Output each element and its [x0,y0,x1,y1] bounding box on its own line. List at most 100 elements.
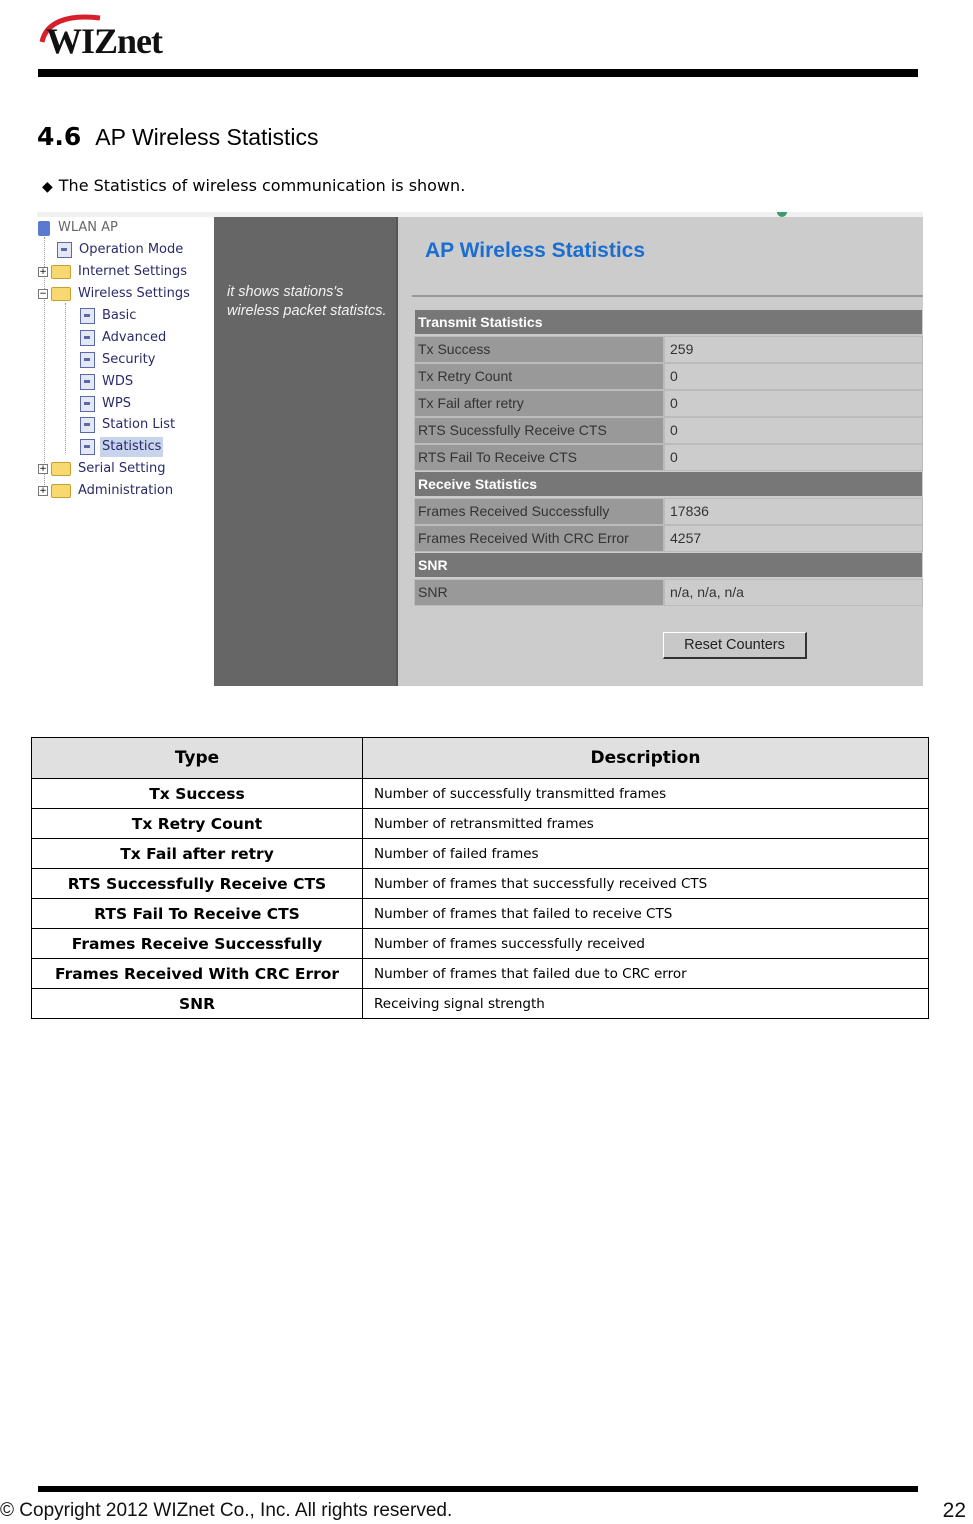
stat-label: RTS Fail To Receive CTS [414,444,664,471]
description-cell: Receiving signal strength [362,988,929,1019]
type-cell: Tx Retry Count [31,808,363,839]
expand-plus-icon[interactable]: + [38,267,48,277]
stat-value: 0 [664,417,923,444]
statistics-table: Transmit Statistics Tx Success 259 Tx Ret… [414,309,923,606]
page-icon [80,396,95,412]
help-text: it shows stations's wireless packet stat… [227,284,387,319]
header-rule [38,69,918,77]
network-computer-icon [38,220,50,236]
page-icon [57,242,72,258]
tree-label: Security [102,352,156,367]
tree-label: Statistics [100,437,164,457]
help-panel: it shows stations's wireless packet stat… [214,217,396,686]
tree-line [65,303,66,453]
logo-text: WIZnet [46,21,163,61]
expand-plus-icon[interactable]: + [38,486,48,496]
type-cell: Frames Receive Successfully [31,928,363,959]
type-cell: RTS Successfully Receive CTS [31,868,363,899]
tree-item-advanced[interactable]: Advanced [80,328,168,348]
section-heading: 4.6 AP Wireless Statistics [37,122,319,151]
bullet-line: ◆ The Statistics of wireless communicatio… [42,176,465,195]
diamond-bullet-icon: ◆ [42,179,53,195]
tree-item-basic[interactable]: Basic [80,306,138,326]
type-cell: Tx Success [31,778,363,809]
table-row: Frames Receive Successfully Number of fra… [31,928,929,959]
table-row: SNR Receiving signal strength [31,988,929,1019]
tree-label: Basic [102,308,137,323]
tree-item-internet-settings[interactable]: + Internet Settings [38,262,189,282]
wiznet-logo: WIZnet [38,12,198,61]
type-cell: RTS Fail To Receive CTS [31,898,363,929]
bullet-text: The Statistics of wireless communication… [58,176,466,195]
tree-item-wireless-settings[interactable]: − Wireless Settings [38,284,192,304]
description-cell: Number of frames successfully received [362,928,929,959]
stat-label: Frames Received Successfully [414,498,664,525]
tree-label: Internet Settings [78,264,188,279]
tree-item-statistics[interactable]: Statistics [80,437,164,457]
tree-item-wps[interactable]: WPS [80,394,133,414]
stat-row: Tx Retry Count 0 [414,363,923,390]
description-cell: Number of frames that successfully recei… [362,868,929,899]
stat-value: 0 [664,444,923,471]
table-row: Tx Fail after retry Number of failed fram… [31,838,929,869]
stat-row: Frames Received With CRC Error 4257 [414,525,923,552]
stat-value: 0 [664,390,923,417]
description-cell: Number of successfully transmitted frame… [362,778,929,809]
page-icon [80,330,95,346]
statistics-description-table: Type Description Tx Success Number of suc… [31,737,929,1019]
stat-row: Tx Fail after retry 0 [414,390,923,417]
stat-value: 0 [664,363,923,390]
stat-row: RTS Fail To Receive CTS 0 [414,444,923,471]
footer-rule [38,1486,918,1492]
folder-icon [51,462,71,476]
description-cell: Number of frames that failed to receive … [362,898,929,929]
stat-value: 17836 [664,498,923,525]
stat-value: 259 [664,336,923,363]
folder-icon [51,484,71,498]
section-number: 4.6 [37,122,82,151]
tree-item-operation-mode[interactable]: Operation Mode [57,240,185,260]
tree-label: Station List [102,417,176,432]
tree-label: WPS [102,396,131,411]
type-cell: Frames Received With CRC Error [31,958,363,989]
table-row: Tx Success Number of successfully transmi… [31,778,929,809]
stat-row: Tx Success 259 [414,336,923,363]
statistics-content: AP Wireless Statistics Transmit Statisti… [398,217,923,686]
description-cell: Number of retransmitted frames [362,808,929,839]
tree-label: Operation Mode [79,242,184,257]
tree-label: WLAN AP [58,220,118,235]
snr-heading: SNR [414,552,923,578]
tree-label: Serial Setting [78,461,166,476]
stat-row: SNR n/a, n/a, n/a [414,579,923,606]
folder-icon [51,265,71,279]
tree-label: WDS [102,374,134,389]
expand-plus-icon[interactable]: + [38,464,48,474]
stat-label: RTS Sucessfully Receive CTS [414,417,664,444]
folder-open-icon [51,287,71,301]
column-header-description: Description [362,737,929,779]
column-header-type: Type [31,737,363,779]
section-title: AP Wireless Statistics [95,124,319,150]
tree-label: Administration [78,483,174,498]
stat-row: Frames Received Successfully 17836 [414,498,923,525]
tree-item-administration[interactable]: + Administration [38,481,175,501]
stat-label: Tx Success [414,336,664,363]
ap-statistics-screenshot: WLAN AP Operation Mode + Internet Setting… [37,212,923,686]
table-row: RTS Successfully Receive CTS Number of fr… [31,868,929,899]
collapse-minus-icon[interactable]: − [38,289,48,299]
transmit-statistics-heading: Transmit Statistics [414,309,923,335]
type-cell: Tx Fail after retry [31,838,363,869]
receive-statistics-heading: Receive Statistics [414,471,923,497]
copyright-text: © Copyright 2012 WIZnet Co., Inc. All ri… [0,1500,453,1521]
tree-item-serial-setting[interactable]: + Serial Setting [38,459,167,479]
stat-label: Tx Retry Count [414,363,664,390]
reset-counters-button[interactable]: Reset Counters [663,632,807,659]
description-cell: Number of failed frames [362,838,929,869]
tree-item-security[interactable]: Security [80,350,157,370]
tree-item-wds[interactable]: WDS [80,372,135,392]
table-row: RTS Fail To Receive CTS Number of frames … [31,898,929,929]
page-icon [80,352,95,368]
tree-item-station-list[interactable]: Station List [80,415,177,435]
tree-root-wlan-ap[interactable]: WLAN AP [38,218,120,238]
stat-value: n/a, n/a, n/a [664,579,923,606]
